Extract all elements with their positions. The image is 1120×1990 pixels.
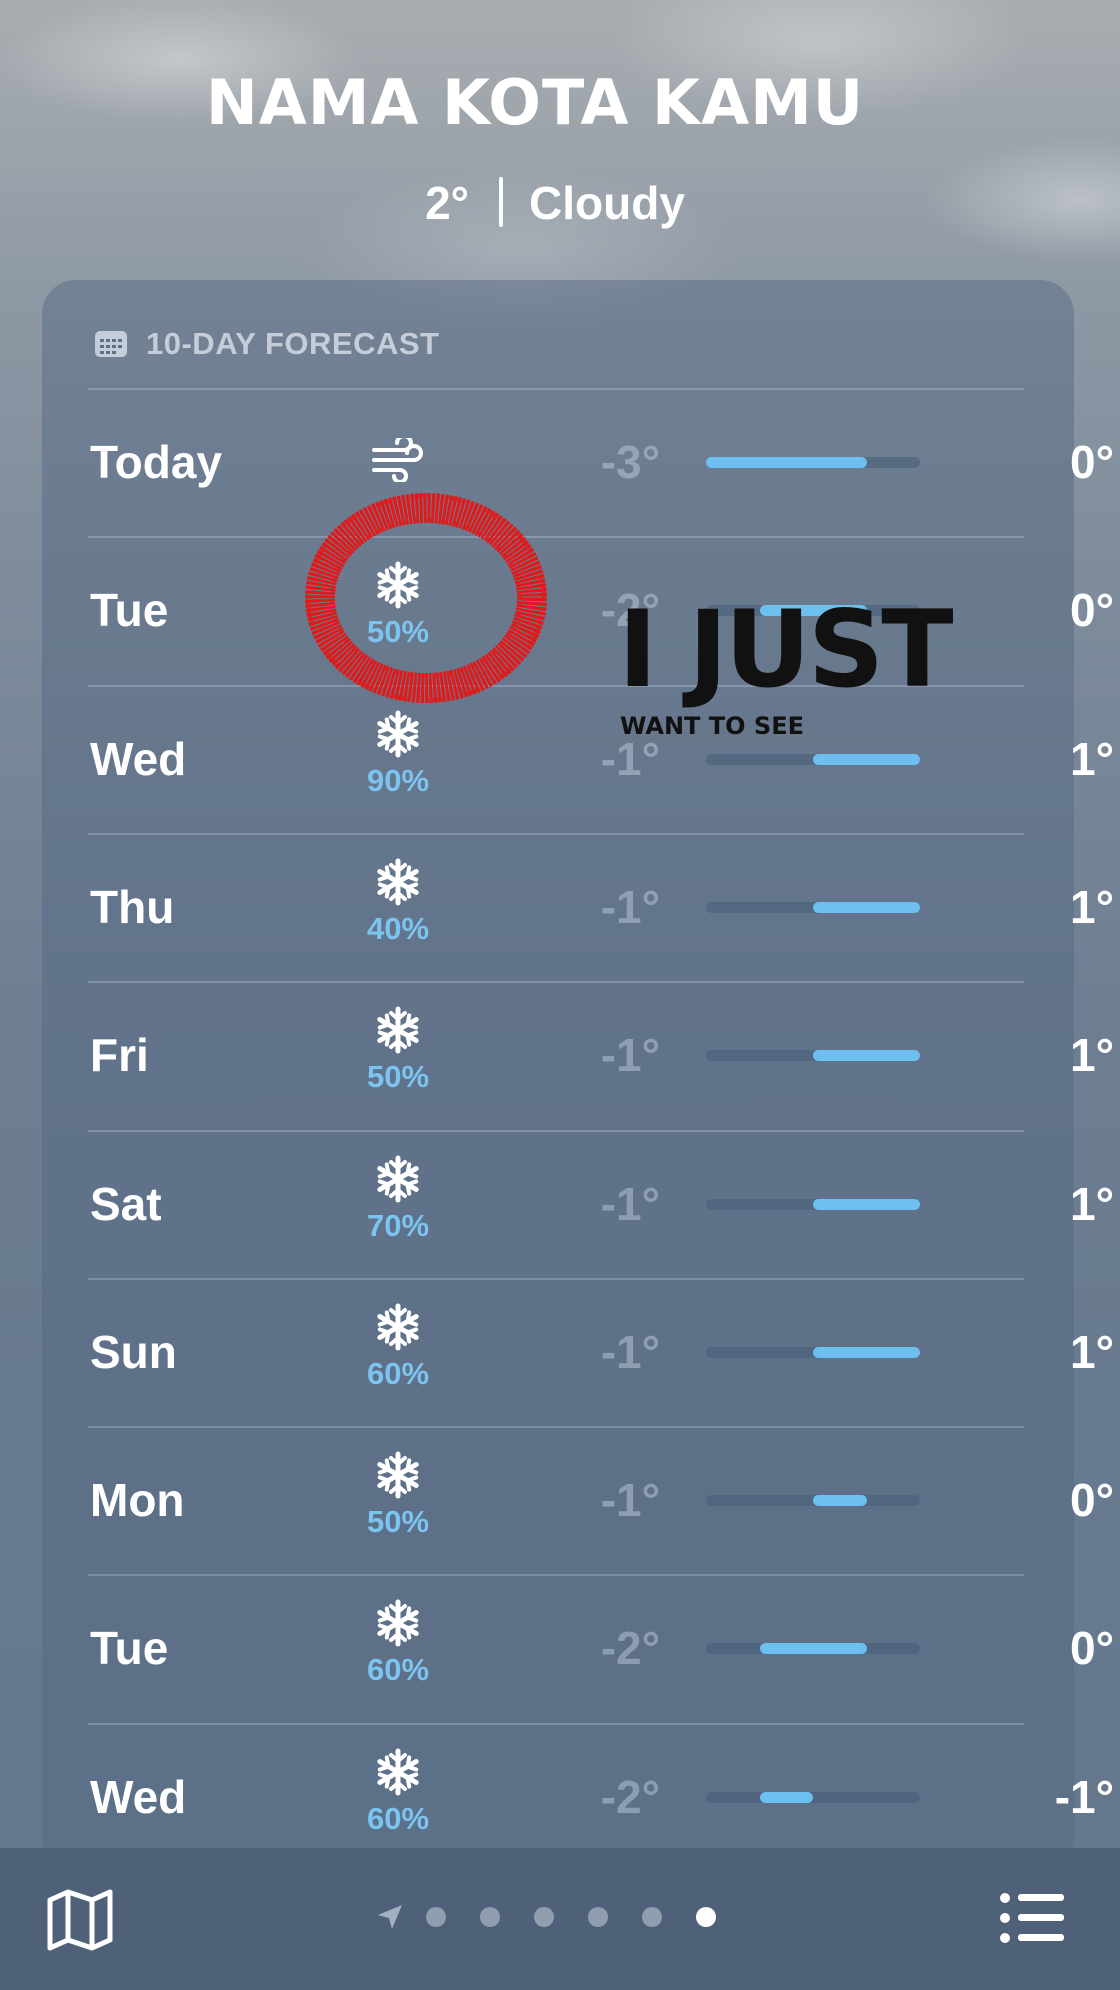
snowflake-icon	[377, 1155, 419, 1202]
precip-chance: 70%	[366, 1207, 430, 1243]
temp-range-track	[706, 1791, 920, 1803]
day-label: Sun	[90, 1325, 177, 1378]
day-label: Fri	[90, 1029, 149, 1082]
high-temp: 1°	[1070, 1325, 1114, 1378]
temp-range-bar	[813, 1495, 867, 1507]
day-label: Thu	[90, 880, 175, 933]
day-label: Wed	[90, 732, 187, 785]
location-arrow-icon[interactable]	[376, 1903, 404, 1931]
page-dot[interactable]	[534, 1907, 554, 1927]
snowflake-icon	[377, 1303, 419, 1351]
condition: 90%	[354, 709, 442, 799]
day-label: Sat	[90, 1177, 162, 1230]
low-temp: -1°	[600, 1474, 660, 1527]
condition	[354, 438, 442, 482]
temp-range-bar	[813, 901, 920, 913]
day-label: Tue	[90, 1622, 169, 1675]
temp-range-bar	[813, 1346, 920, 1358]
meme-caption-small: WANT TO SEE	[620, 712, 804, 740]
forecast-row[interactable]: Tue 60% -2° 0°	[88, 1574, 1114, 1722]
current-temperature: 2°	[425, 177, 470, 229]
low-temp: -2°	[600, 1622, 660, 1675]
high-temp: 1°	[1070, 732, 1114, 785]
condition: 60%	[354, 1598, 442, 1688]
temp-range-bar	[706, 457, 867, 468]
temp-range-track	[706, 1050, 920, 1062]
precip-chance: 60%	[366, 1355, 430, 1391]
precip-chance: 50%	[366, 1059, 430, 1095]
high-temp: 0°	[1070, 1474, 1114, 1527]
map-icon[interactable]	[46, 1888, 114, 1952]
precip-chance: 40%	[366, 910, 430, 946]
snowflake-icon	[377, 561, 419, 609]
precip-chance: 60%	[366, 1652, 430, 1688]
separator	[499, 177, 504, 227]
high-temp: 1°	[1070, 880, 1114, 933]
snowflake-icon	[377, 1451, 419, 1499]
temp-range-bar	[759, 1791, 813, 1803]
day-label: Tue	[90, 584, 169, 637]
precip-chance: 50%	[366, 1504, 430, 1540]
condition: 40%	[354, 857, 442, 947]
temp-range-track	[706, 457, 920, 468]
temp-range-track	[706, 1643, 920, 1655]
temp-range-bar	[813, 1198, 920, 1210]
current-condition: Cloudy	[529, 177, 685, 229]
low-temp: -1°	[600, 1029, 660, 1082]
high-temp: 0°	[1070, 1622, 1114, 1675]
snowflake-icon	[377, 710, 419, 758]
page-dot[interactable]	[696, 1907, 716, 1927]
condition: 50%	[354, 1005, 442, 1095]
forecast-row[interactable]: Fri 50% -1° 1°	[88, 981, 1114, 1129]
day-label: Mon	[90, 1474, 185, 1527]
location-name: NAMA KOTA KAMU	[205, 66, 865, 139]
meme-caption-large: I JUST	[618, 588, 954, 711]
page-dot[interactable]	[480, 1907, 500, 1927]
condition: 70%	[354, 1154, 442, 1244]
precip-chance: 50%	[366, 614, 430, 650]
calendar-icon	[95, 331, 127, 357]
precip-chance: 60%	[366, 1800, 430, 1836]
temp-range-bar	[813, 1050, 920, 1062]
wind-icon	[372, 438, 423, 482]
high-temp: 1°	[1070, 1177, 1114, 1230]
snowflake-icon	[377, 1599, 419, 1647]
condition: 60%	[354, 1747, 442, 1837]
forecast-row[interactable]: Sun 60% -1° 1°	[88, 1278, 1114, 1426]
snowflake-icon	[377, 858, 419, 906]
forecast-header-label: 10-DAY FORECAST	[146, 326, 440, 361]
page-dot[interactable]	[588, 1907, 608, 1927]
page-dot[interactable]	[642, 1907, 662, 1927]
snowflake-icon	[377, 1006, 419, 1054]
forecast-header: 10-DAY FORECAST	[94, 324, 439, 364]
forecast-row[interactable]: Sat 70% -1° 1°	[88, 1130, 1114, 1278]
condition: 50%	[354, 1450, 442, 1540]
precip-chance: 90%	[366, 762, 430, 798]
temp-range-bar	[813, 753, 920, 765]
temp-range-track	[706, 901, 920, 913]
temp-range-track	[706, 1198, 920, 1210]
snowflake-icon	[377, 1748, 419, 1796]
page-indicator	[376, 1902, 750, 1932]
low-temp: -1°	[600, 1177, 660, 1230]
forecast-row[interactable]: Mon 50% -1° 0°	[88, 1426, 1114, 1574]
condition: 50%	[354, 560, 442, 650]
forecast-row[interactable]: Today -3° 0°	[88, 388, 1114, 536]
high-temp: 0°	[1070, 436, 1114, 488]
temp-range-bar	[759, 1643, 867, 1655]
condition: 60%	[354, 1302, 442, 1392]
day-label: Today	[90, 436, 223, 488]
temp-range-track	[706, 753, 920, 765]
current-conditions: 2° Cloudy	[0, 176, 1110, 230]
forecast-row[interactable]: Thu 40% -1° 1°	[88, 833, 1114, 981]
low-temp: -1°	[600, 880, 660, 933]
temp-range-track	[706, 1346, 920, 1358]
page-dot[interactable]	[426, 1907, 446, 1927]
high-temp: 1°	[1070, 1029, 1114, 1082]
low-temp: -3°	[600, 436, 660, 488]
temp-range-track	[706, 1495, 920, 1507]
list-icon[interactable]	[998, 1890, 1066, 1946]
low-temp: -1°	[600, 1325, 660, 1378]
